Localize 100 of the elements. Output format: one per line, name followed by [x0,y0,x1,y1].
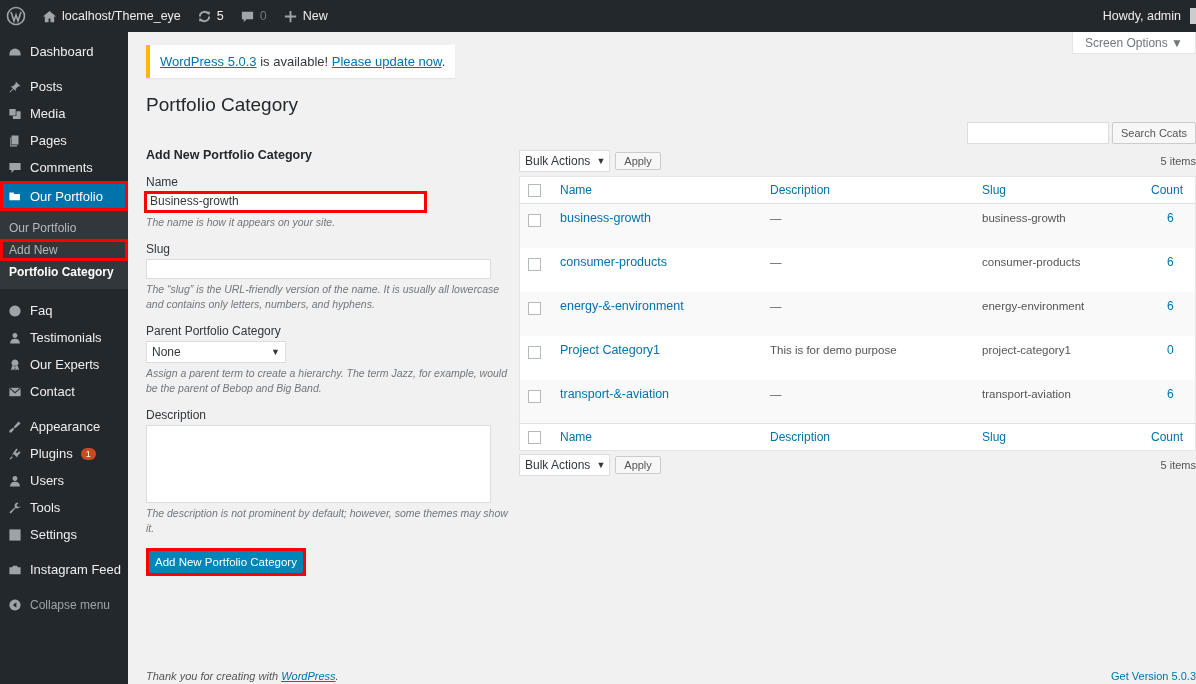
table-cell: transport-aviation [982,387,1071,400]
add-category-button[interactable]: Add New Portfolio Category [149,551,303,573]
pages-icon [8,133,22,148]
field-label: Name [146,175,179,189]
row-checkbox[interactable] [528,389,541,403]
parent-select[interactable]: None ▼ [146,341,286,363]
update-count-badge: 1 [80,447,96,460]
bulk-actions-select[interactable]: Bulk Actions ▼ [519,454,611,476]
menu-item[interactable]: Faq [0,297,128,324]
table-cell: energy-environment [982,299,1085,312]
plug-icon [8,446,22,461]
category-name-link[interactable]: transport-&-aviation [560,386,670,401]
speech-bubble-icon [8,160,22,175]
table-cell: project-category1 [982,343,1071,356]
apply-button[interactable]: Apply [615,456,661,474]
new-link[interactable]: New [274,8,336,24]
wordpress-link[interactable]: WordPress [281,670,336,682]
column-header[interactable]: Description [770,430,831,444]
text-field[interactable] [146,259,491,279]
pushpin-icon [8,79,22,94]
count-link[interactable]: 0 [1167,342,1174,357]
row-checkbox[interactable] [528,301,541,315]
submenu-item[interactable]: Our Portfolio [0,217,128,239]
column-header[interactable]: Name [560,183,592,197]
menu-item[interactable]: Media [0,100,128,127]
wordpress-logo-icon[interactable] [6,6,26,26]
table-cell: — [770,255,782,268]
submenu-item[interactable]: Portfolio Category [0,261,128,283]
item-count: 5 items [1160,459,1196,471]
field-label: Description [146,408,208,422]
column-header[interactable]: Count [1151,183,1184,197]
menu-item[interactable]: Settings [0,521,128,548]
column-header[interactable]: Slug [982,183,1007,197]
submenu-item[interactable]: Add New [0,239,128,261]
table-cell: — [770,299,782,312]
row-checkbox[interactable] [528,345,541,359]
search-button[interactable]: Search Ccats [1111,122,1196,144]
help-text: The name is how it appears on your site. [146,215,337,230]
count-link[interactable]: 6 [1167,211,1174,225]
menu-item[interactable]: Users [0,467,128,494]
table-cell: consumer-products [982,255,1081,268]
updates-link[interactable]: 5 [188,8,232,24]
site-link[interactable]: localhost/Theme_eye [34,8,189,24]
column-header[interactable]: Name [560,430,592,444]
menu-item[interactable]: Plugins 1 [0,440,128,467]
help-text: The “slug” is the URL-friendly version of the name. It is usually all lowercase and contains only letters, numbers, and hyphens. [146,282,501,312]
plus-icon [282,8,298,24]
person-icon [8,473,22,488]
row-checkbox[interactable] [528,257,541,271]
comments-link[interactable]: 0 [231,8,275,24]
menu-item[interactable]: Comments [0,154,128,181]
category-name-link[interactable]: business-growth [560,211,651,225]
column-header[interactable]: Slug [982,430,1007,444]
row-checkbox[interactable] [528,214,541,228]
select-all-checkbox[interactable] [528,184,541,198]
search-field[interactable] [966,122,1109,144]
wrench-icon [8,500,22,515]
version-link[interactable]: WordPress 5.0.3 [160,54,257,69]
bulk-actions-select[interactable]: Bulk Actions ▼ [519,150,611,172]
count-link[interactable]: 6 [1167,254,1174,269]
collapse-icon [8,597,22,612]
count-link[interactable]: 6 [1167,298,1174,313]
update-link[interactable]: Please update now [331,54,442,69]
count-link[interactable]: 6 [1167,386,1174,401]
menu-item[interactable]: Pages [0,127,128,154]
table-cell: This is for demo purpose [770,343,897,356]
table-cell: business-growth [982,212,1066,224]
column-header[interactable]: Description [770,183,831,197]
category-name-link[interactable]: Project Category1 [560,342,661,357]
menu-item[interactable]: Posts [0,73,128,100]
notice-text: WordPress 5.0.3 is available! Please update now. [160,54,446,69]
menu-item[interactable]: Dashboard [0,38,128,65]
menu-item[interactable]: Our Experts [0,351,128,378]
version-link[interactable]: Get Version 5.0.3 [1111,670,1196,682]
category-name-link[interactable]: energy-&-environment [560,298,684,313]
text-field[interactable]: Business-growth [144,191,427,213]
refresh-icon [196,8,212,24]
help-text: The description is not prominent by default; however, some themes may show it. [146,506,508,536]
home-icon [42,8,57,24]
person-icon [8,330,22,345]
menu-item[interactable]: Our Portfolio [0,181,128,211]
field-label: Slug [146,242,172,256]
menu-item[interactable]: Appearance [0,413,128,440]
apply-button[interactable]: Apply [615,152,661,170]
ribbon-icon [8,357,22,372]
category-name-link[interactable]: consumer-products [560,254,667,269]
help-text: Assign a parent term to create a hierarchy. The term Jazz, for example, would be the parent of Bebop and Big Band. [146,366,508,396]
column-header[interactable]: Count [1151,430,1184,444]
menu-item[interactable]: Contact [0,378,128,405]
brush-icon [8,419,22,434]
menu-item[interactable]: Testimonials [0,324,128,351]
account-link[interactable]: Howdy, admin [1094,8,1196,24]
description-field[interactable] [146,425,491,503]
menu-item[interactable]: Collapse menu [0,591,128,618]
menu-item[interactable]: Instagram Feed [0,556,128,583]
menu-item[interactable]: Tools [0,494,128,521]
screen-options-tab[interactable]: Screen Options ▼ [1072,32,1196,54]
select-all-checkbox[interactable] [528,431,541,445]
media-icon [8,106,22,121]
page-title: Portfolio Category [146,94,300,116]
